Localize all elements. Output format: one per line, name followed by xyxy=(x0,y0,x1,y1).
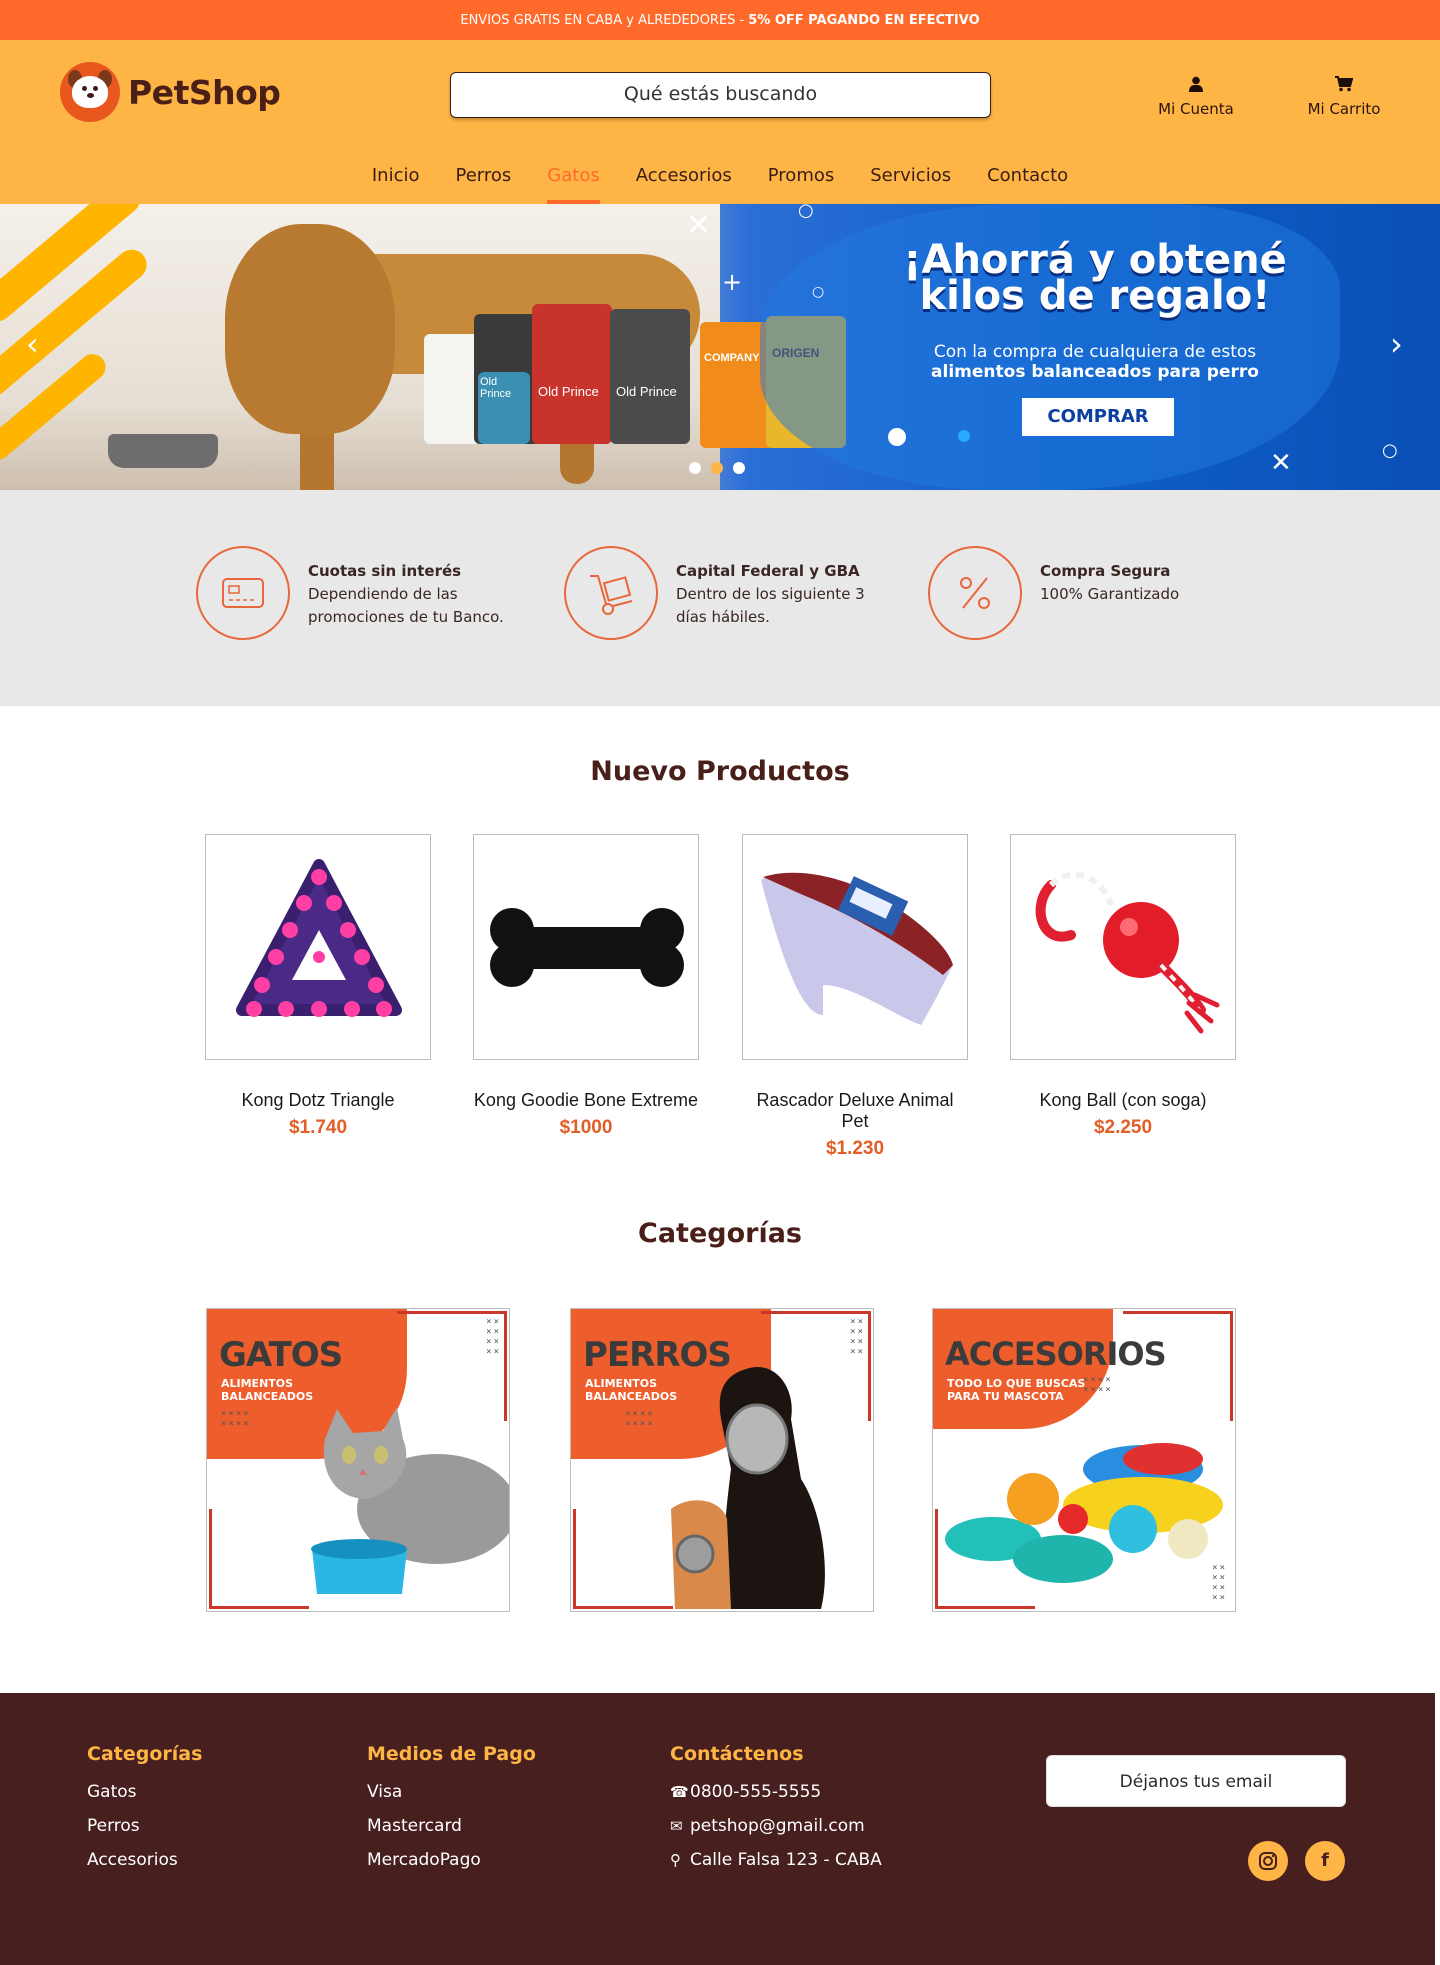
map-marker-icon: ⚲ xyxy=(670,1851,681,1869)
feature-installments: Cuotas sin interés Dependiendo de las pr… xyxy=(196,546,504,640)
footer-phone[interactable]: ☎ 0800-555-5555 xyxy=(670,1775,882,1809)
footer-payments: Medios de Pago Visa Mastercard MercadoPa… xyxy=(367,1743,536,1877)
product-price: $2.250 xyxy=(1093,1117,1153,1138)
product-image[interactable] xyxy=(742,834,968,1060)
cat-illustration xyxy=(311,1407,509,1594)
category-card-gatos[interactable]: GATOS ALIMENTOS BALANCEADOS ×××× ×××× ×× ×… xyxy=(206,1308,510,1612)
site-header: PetShop Qué estás buscando Mi Cuenta Mi … xyxy=(0,40,1440,204)
product-name[interactable]: Rascador Deluxe Animal Pet xyxy=(742,1090,968,1132)
banner-subline: Con la compra de cualquiera de estos ali… xyxy=(931,342,1259,382)
instagram-icon[interactable] xyxy=(1248,1841,1288,1881)
footer-link[interactable]: Gatos xyxy=(87,1775,202,1809)
account-label: Mi Cuenta xyxy=(1158,100,1234,118)
banner-headline: ¡Ahorrá y obtené kilos de regalo! xyxy=(903,237,1287,319)
main-nav: Inicio Perros Gatos Accesorios Promos Se… xyxy=(0,156,1440,204)
nav-item-contacto[interactable]: Contacto xyxy=(987,156,1068,204)
product-card[interactable]: Kong Dotz Triangle $1.740 xyxy=(205,834,431,1139)
feature-shipping: Capital Federal y GBA Dentro de los sigu… xyxy=(564,546,865,640)
dogs-illustration xyxy=(671,1367,825,1609)
cart-link[interactable]: Mi Carrito xyxy=(1284,76,1404,118)
footer-link[interactable]: Visa xyxy=(367,1775,536,1809)
chevron-right-icon[interactable]: › xyxy=(1390,328,1403,360)
page: ENVIOS GRATIS EN CABA y ALREDEDORES - 5%… xyxy=(0,0,1440,1965)
product-card[interactable]: Kong Goodie Bone Extreme $1000 xyxy=(473,834,699,1139)
product-card[interactable]: Rascador Deluxe Animal Pet $1.230 xyxy=(742,834,968,1160)
food-bowl xyxy=(108,434,218,468)
product-price: $1000 xyxy=(559,1117,613,1138)
product-image[interactable] xyxy=(473,834,699,1060)
nav-item-promos[interactable]: Promos xyxy=(768,156,834,204)
product-name[interactable]: Kong Ball (con soga) xyxy=(1010,1090,1236,1111)
nav-item-accesorios[interactable]: Accesorios xyxy=(636,156,732,204)
product-name[interactable]: Kong Dotz Triangle xyxy=(205,1090,431,1111)
hero-carousel[interactable]: Old Prince Old Prince Old Prince COMPANY… xyxy=(0,204,1440,490)
footer-contact: Contáctenos ☎ 0800-555-5555 ✉ petshop@gm… xyxy=(670,1743,882,1877)
logo-text: PetShop xyxy=(128,72,281,112)
carousel-dot-3[interactable] xyxy=(733,462,745,474)
hand-truck-icon xyxy=(564,546,658,640)
ring-deco-icon: ○ xyxy=(798,204,814,221)
footer-link[interactable]: Perros xyxy=(87,1809,202,1843)
logo[interactable]: PetShop xyxy=(60,62,281,122)
ring-deco-icon: ○ xyxy=(1382,440,1398,461)
pet-logo-icon xyxy=(60,62,120,122)
chevron-left-icon[interactable]: ‹ xyxy=(26,328,39,360)
product-card[interactable]: Kong Ball (con soga) $2.250 xyxy=(1010,834,1236,1139)
product-price: $1.230 xyxy=(825,1138,885,1159)
product-image[interactable] xyxy=(1010,834,1236,1060)
newsletter-email-input[interactable]: Déjanos tus email xyxy=(1046,1755,1346,1807)
features-strip: Cuotas sin interés Dependiendo de las pr… xyxy=(0,490,1440,706)
product-image[interactable] xyxy=(205,834,431,1060)
facebook-icon[interactable]: f xyxy=(1305,1841,1345,1881)
products-title: Nuevo Productos xyxy=(590,756,850,787)
cart-label: Mi Carrito xyxy=(1307,100,1381,118)
shopping-cart-icon xyxy=(1284,76,1404,96)
buy-button[interactable]: COMPRAR xyxy=(1022,398,1174,436)
promo-bold-text: 5% OFF PAGANDO EN EFECTIVO xyxy=(748,12,980,28)
phone-icon: ☎ xyxy=(670,1783,689,1801)
promo-bar: ENVIOS GRATIS EN CABA y ALREDEDORES - 5%… xyxy=(0,0,1440,40)
search-input[interactable]: Qué estás buscando xyxy=(450,72,991,118)
envelope-icon: ✉ xyxy=(670,1817,683,1835)
promo-text: ENVIOS GRATIS EN CABA y ALREDEDORES - xyxy=(460,12,745,28)
nav-item-inicio[interactable]: Inicio xyxy=(372,156,420,204)
cross-deco-icon: ✕ xyxy=(1270,448,1292,478)
product-price: $1.740 xyxy=(288,1117,348,1138)
feature-secure: Compra Segura 100% Garantizado xyxy=(928,546,1179,640)
nav-item-servicios[interactable]: Servicios xyxy=(870,156,951,204)
plus-deco-icon: + xyxy=(722,268,743,296)
carousel-dot-2[interactable] xyxy=(711,462,723,474)
ring-deco-icon: ○ xyxy=(812,284,825,300)
footer-link[interactable]: MercadoPago xyxy=(367,1843,536,1877)
footer-address: ⚲ Calle Falsa 123 - CABA xyxy=(670,1843,882,1877)
cross-deco-icon: ✕ xyxy=(686,208,712,243)
footer-email[interactable]: ✉ petshop@gmail.com xyxy=(670,1809,882,1843)
footer-link[interactable]: Mastercard xyxy=(367,1809,536,1843)
site-footer: Categorías Gatos Perros Accesorios Medio… xyxy=(0,1693,1435,1965)
footer-link[interactable]: Accesorios xyxy=(87,1843,202,1877)
product-name[interactable]: Kong Goodie Bone Extreme xyxy=(473,1090,699,1111)
categories-title: Categorías xyxy=(638,1218,802,1249)
category-card-accesorios[interactable]: ACCESORIOS TODO LO QUE BUSCAS PARA TU MA… xyxy=(932,1308,1236,1612)
nav-item-perros[interactable]: Perros xyxy=(456,156,512,204)
accessories-illustration xyxy=(945,1443,1223,1583)
percent-icon xyxy=(928,546,1022,640)
nav-item-gatos[interactable]: Gatos xyxy=(547,156,601,204)
account-link[interactable]: Mi Cuenta xyxy=(1136,76,1256,118)
footer-categories: Categorías Gatos Perros Accesorios xyxy=(87,1743,202,1877)
credit-card-icon xyxy=(196,546,290,640)
user-icon xyxy=(1136,76,1256,96)
category-card-perros[interactable]: PERROS ALIMENTOS BALANCEADOS ×××× ×××× ××… xyxy=(570,1308,874,1612)
carousel-dot-1[interactable] xyxy=(689,462,701,474)
